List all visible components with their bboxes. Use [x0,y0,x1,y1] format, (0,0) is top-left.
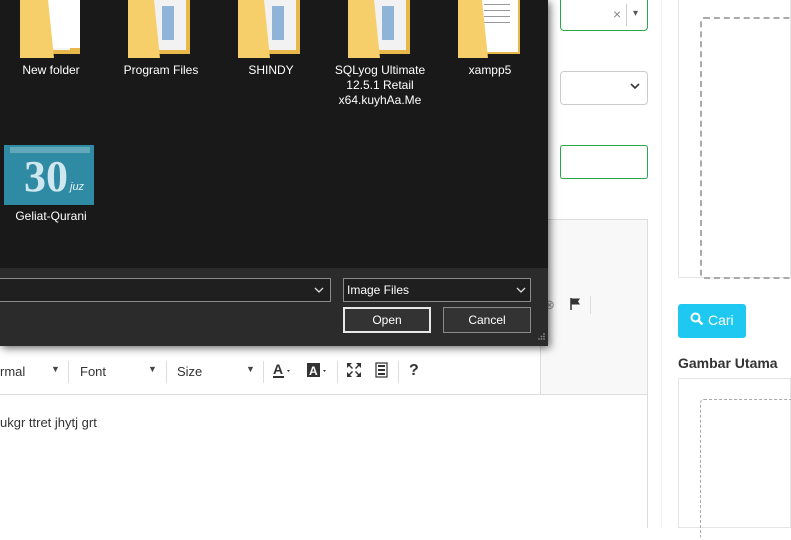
sidebar-divider [661,0,662,528]
chevron-down-icon[interactable] [314,281,324,302]
file-item[interactable]: SQLyog Ultimate 12.5.1 Retail x64.kuyhAa… [330,0,440,120]
file-item-label: SQLyog Ultimate 12.5.1 Retail x64.kuyhAa… [330,63,430,108]
title-input[interactable] [560,145,648,179]
cancel-button[interactable]: Cancel [443,307,531,333]
clear-icon[interactable]: × [613,6,621,22]
show-blocks-icon[interactable] [374,362,390,382]
folder-icon [238,0,300,58]
status-select[interactable] [560,71,648,105]
file-item-label: Geliat-Qurani [15,209,87,223]
search-icon [690,312,704,329]
editor-toolbar-area [540,219,648,394]
caret-down-icon: ▼ [51,364,60,374]
caret-down-icon: ▼ [148,364,157,374]
toolbar-separator [166,361,167,383]
thumbnail-number: 30 [24,152,68,201]
file-item[interactable]: SHINDY [220,0,330,110]
caret-down-icon[interactable]: ▾ [633,8,638,19]
svg-text:A: A [309,364,318,378]
gambar-utama-title: Gambar Utama [678,355,778,371]
image-dropzone[interactable] [678,0,791,279]
help-icon[interactable]: ? [409,362,419,380]
dropzone-border [700,399,791,540]
chevron-down-icon [629,79,641,95]
svg-text:A: A [273,362,283,377]
text-color-icon[interactable]: A [272,361,294,384]
thumbnail-sub: juz [70,181,85,193]
file-item-label-line: 12.5.1 Retail [346,78,414,92]
file-item[interactable]: xampp5 [440,0,540,110]
filename-input[interactable] [0,278,331,302]
file-open-dialog: New folder Program Files SHINDY SQLyog U… [0,0,548,346]
file-item-label-line: SQLyog Ultimate [334,63,426,77]
resize-grip-icon[interactable] [537,332,546,343]
size-combo[interactable]: Size ▼ [177,361,257,383]
toolbar-separator [590,296,591,314]
font-combo[interactable]: Font ▼ [80,361,160,383]
file-list[interactable]: New folder Program Files SHINDY SQLyog U… [0,0,548,268]
font-combo-label: Font [80,364,107,379]
main-image-dropzone[interactable] [678,378,791,540]
file-item[interactable]: Program Files [110,0,220,110]
format-combo[interactable]: rmal ▼ [0,361,62,383]
file-item-label: New folder [22,63,80,77]
size-combo-label: Size [177,364,203,379]
toolbar-separator [263,361,264,383]
file-item-label: SHINDY [248,63,294,77]
open-button[interactable]: Open [343,307,431,333]
dialog-footer: Image Files Open Cancel [0,268,548,346]
dropzone-border [700,17,791,279]
file-item-label: Program Files [123,63,199,77]
folder-icon [348,0,410,58]
cari-button-label: Cari [708,312,734,328]
flag-icon[interactable] [569,297,583,314]
file-type-value: Image Files [347,283,410,297]
select-separator [626,4,627,26]
file-item-label: xampp5 [468,63,512,77]
chevron-down-icon [516,281,526,302]
category-select[interactable]: × ▾ [560,0,648,31]
maximize-icon[interactable] [346,362,362,382]
toolbar-separator [398,361,399,383]
folder-icon [128,0,190,58]
file-item-label-line: x64.kuyhAa.Me [338,93,422,107]
background-color-icon[interactable]: A [306,362,330,384]
editor-content-area[interactable] [0,394,648,528]
toolbar-separator [68,361,69,383]
folder-icon [458,0,520,58]
format-combo-label: rmal [0,364,26,379]
image-thumbnail: 30 juz [4,145,94,205]
cari-button[interactable]: Cari [678,304,746,338]
folder-icon [20,0,80,58]
file-item[interactable]: New folder [0,0,110,110]
caret-down-icon: ▼ [246,364,255,374]
file-item[interactable]: 30 juz Geliat-Qurani [0,145,102,235]
file-type-select[interactable]: Image Files [343,278,531,302]
toolbar-separator [337,361,338,383]
editor-content-text: ukgr ttret jhytj grt [0,415,97,430]
